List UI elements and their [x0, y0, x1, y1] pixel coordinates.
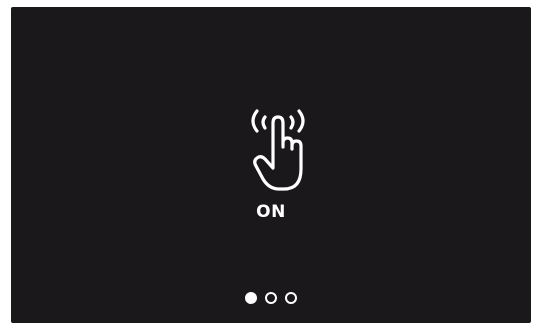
page-indicator	[11, 292, 531, 304]
tap-gesture-icon[interactable]	[244, 103, 312, 193]
page-dot-2[interactable]	[265, 292, 277, 304]
page-dot-3[interactable]	[285, 292, 297, 304]
page-dot-1[interactable]	[245, 292, 257, 304]
status-label: ON	[256, 202, 286, 222]
device-screen: ON	[11, 7, 531, 323]
